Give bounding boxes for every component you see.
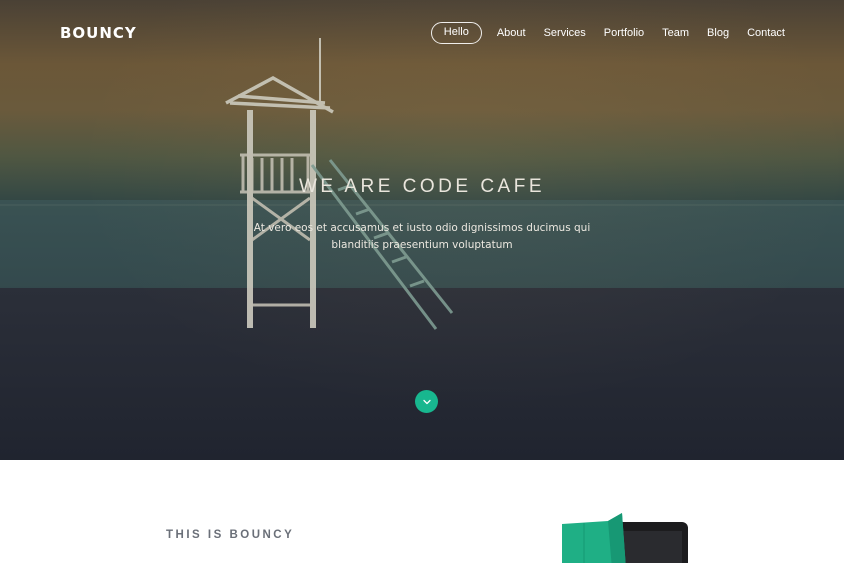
nav-item-services[interactable]: Services — [535, 22, 595, 44]
hero-section: BOUNCY Hello About Services Portfolio Te… — [0, 0, 844, 460]
tablet-device-image — [562, 513, 688, 563]
scroll-down-button[interactable] — [415, 390, 438, 413]
hero-title: WE ARE CODE CAFE — [298, 176, 546, 197]
brand-logo[interactable]: BOUNCY — [60, 24, 137, 42]
nav-item-contact[interactable]: Contact — [738, 22, 794, 44]
main-nav: Hello About Services Portfolio Team Blog… — [430, 22, 794, 44]
nav-item-blog[interactable]: Blog — [698, 22, 738, 44]
nav-item-portfolio[interactable]: Portfolio — [595, 22, 653, 44]
nav-item-team[interactable]: Team — [653, 22, 698, 44]
nav-item-about[interactable]: About — [488, 22, 535, 44]
nav-item-hello[interactable]: Hello — [430, 22, 482, 44]
chevron-down-icon — [422, 399, 431, 404]
about-section-title: THIS IS BOUNCY — [166, 529, 295, 541]
hero-subtitle: At vero eos et accusamus et iusto odio d… — [253, 222, 591, 251]
